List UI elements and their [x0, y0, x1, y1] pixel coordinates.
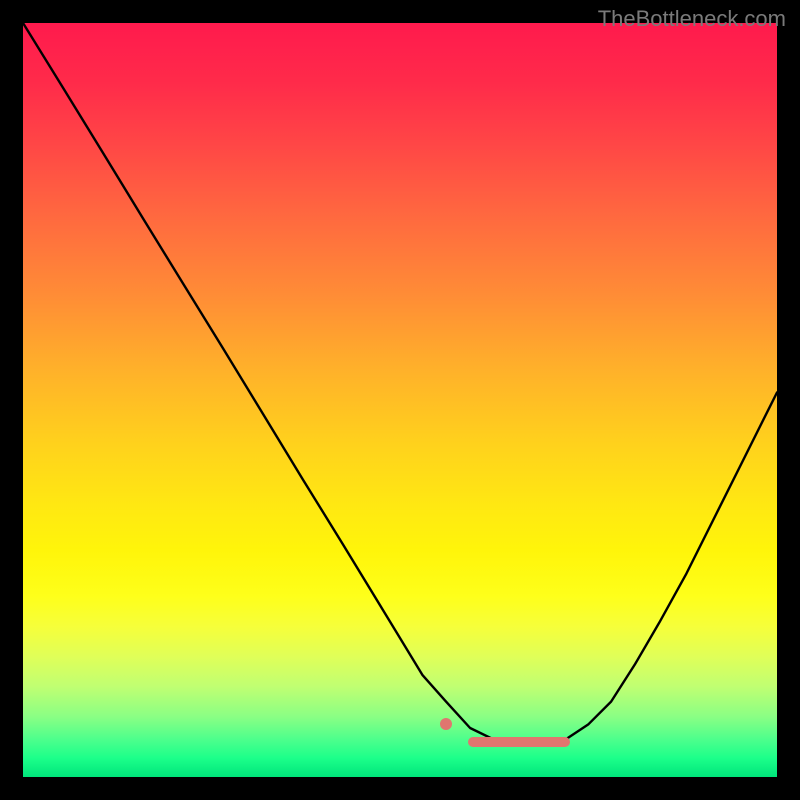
curve-svg	[23, 23, 777, 777]
watermark-text: TheBottleneck.com	[598, 6, 786, 32]
optimal-range-marker	[468, 737, 570, 747]
bottleneck-curve	[23, 23, 777, 742]
plot-area	[23, 23, 777, 777]
